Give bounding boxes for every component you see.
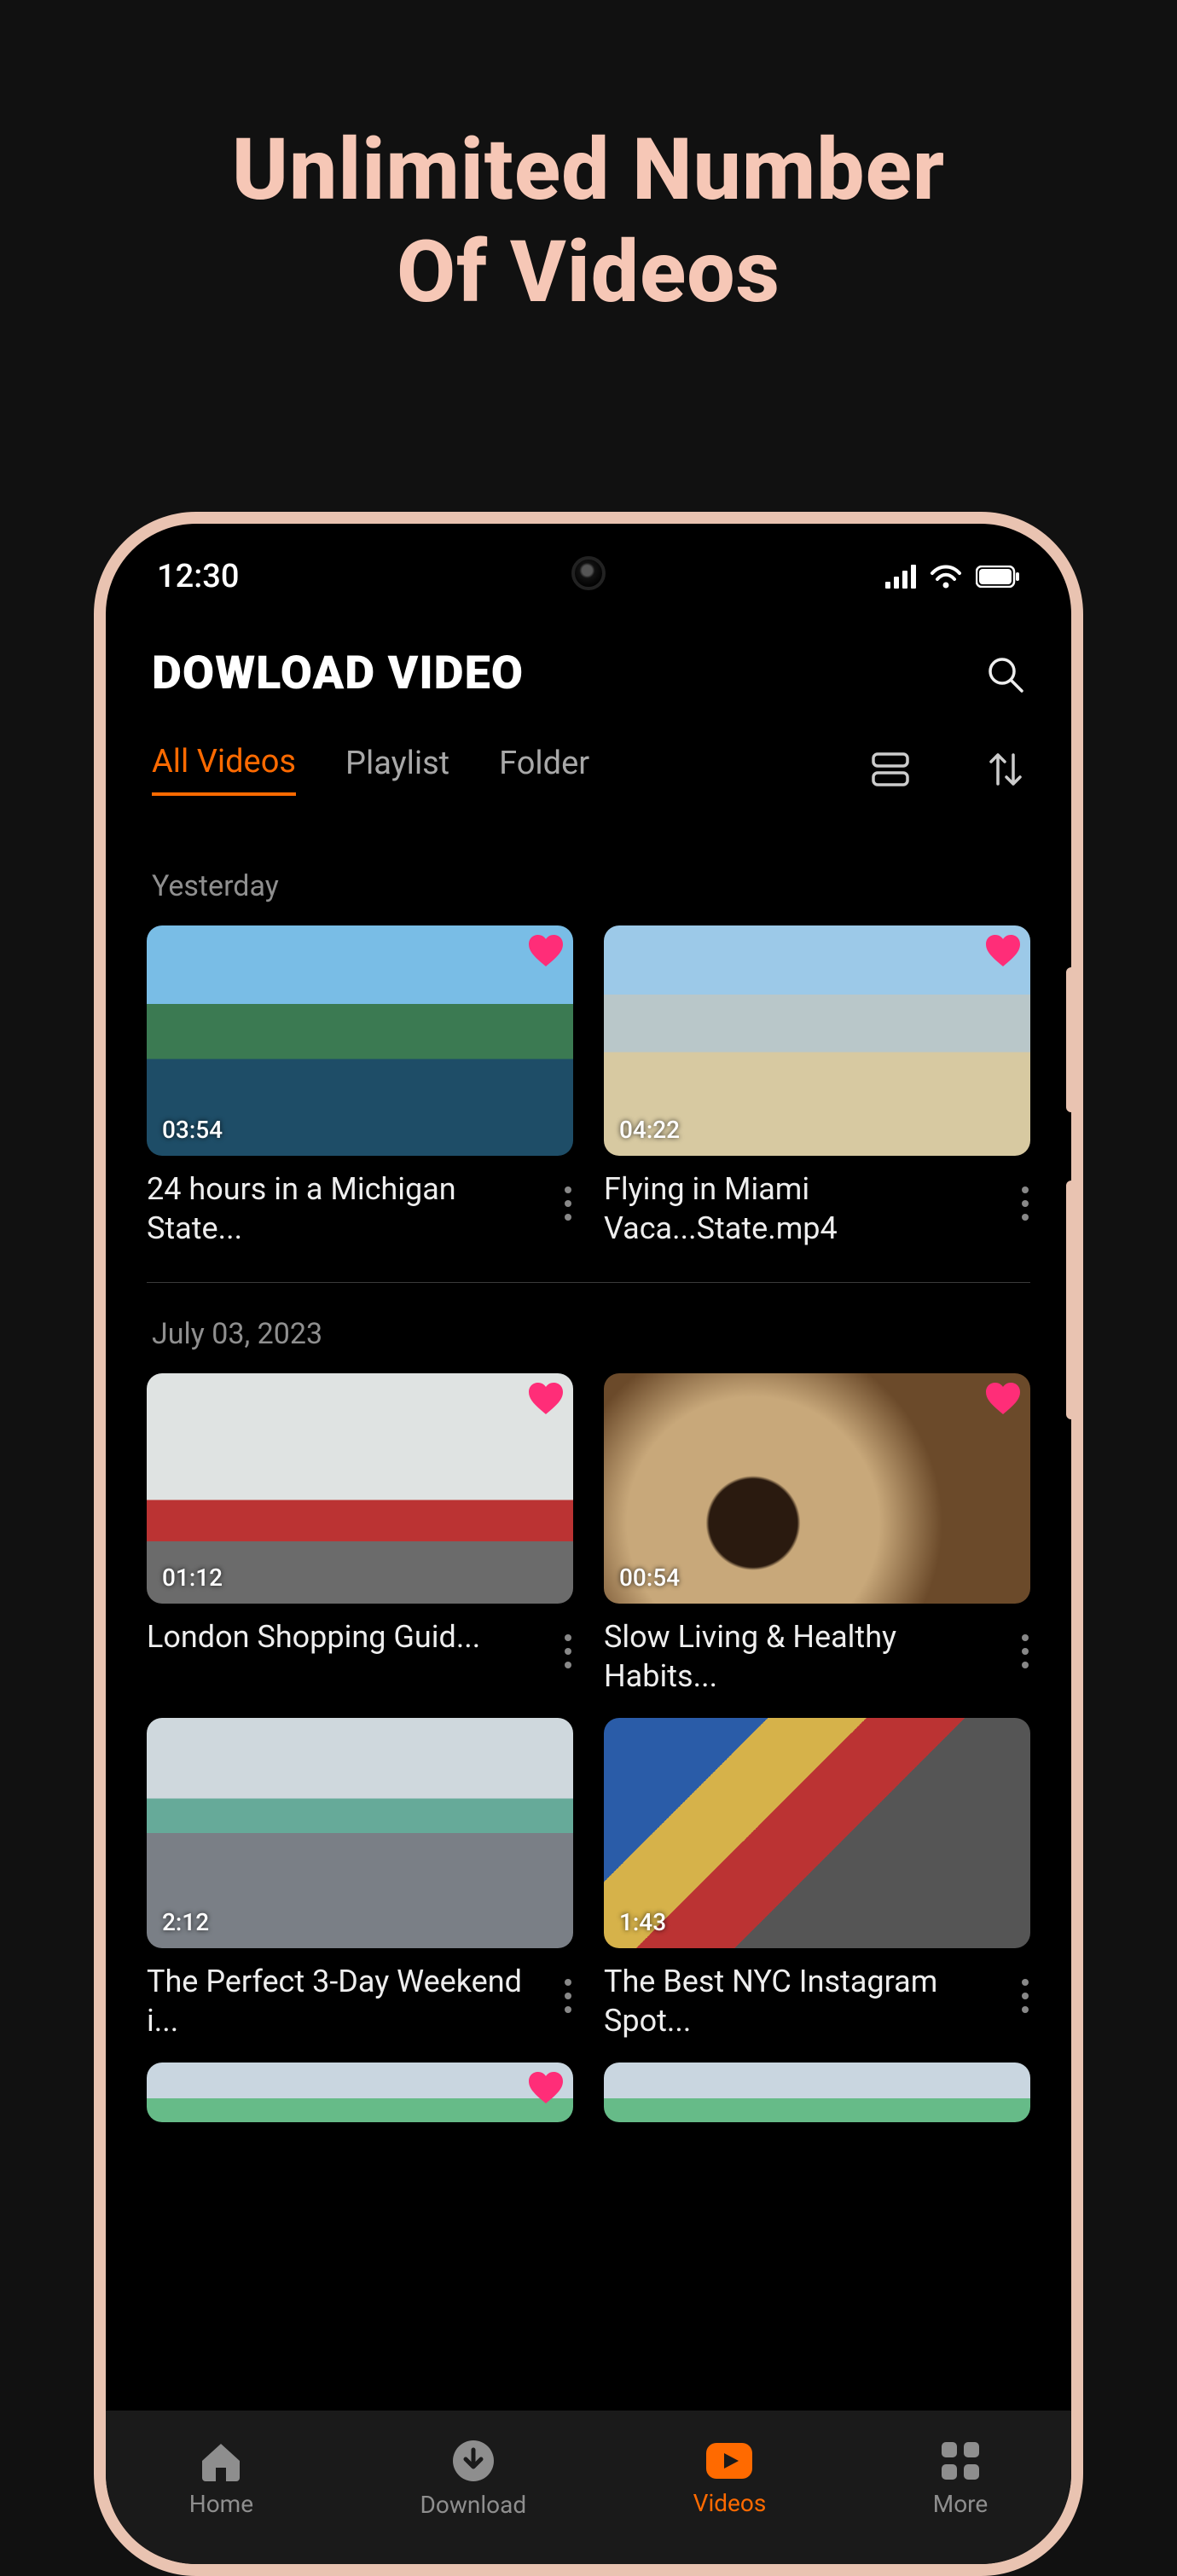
video-title: The Perfect 3-Day Weekend i... <box>147 1962 554 2040</box>
phone-camera <box>571 556 606 590</box>
video-thumbnail[interactable] <box>147 2063 573 2122</box>
heart-icon[interactable] <box>527 934 565 968</box>
video-thumbnail[interactable]: 00:54 <box>604 1373 1030 1604</box>
more-icon[interactable] <box>563 1169 573 1222</box>
phone-side-button <box>1066 967 1076 1112</box>
video-title: London Shopping Guid... <box>147 1617 554 1656</box>
video-thumbnail[interactable]: 01:12 <box>147 1373 573 1604</box>
section-date: July 03, 2023 <box>152 1317 1025 1351</box>
nav-videos[interactable]: Videos <box>693 2441 767 2517</box>
more-icon[interactable] <box>1020 1962 1030 2015</box>
video-card[interactable]: 01:12 London Shopping Guid... <box>147 1373 573 1696</box>
video-duration: 04:22 <box>619 1116 680 1144</box>
video-title: 24 hours in a Michigan State... <box>147 1169 554 1248</box>
more-icon[interactable] <box>563 1962 573 2015</box>
video-thumbnail[interactable]: 03:54 <box>147 925 573 1156</box>
headline-line1: Unlimited Number <box>232 120 945 220</box>
signal-icon <box>885 565 916 589</box>
nav-home[interactable]: Home <box>189 2440 253 2518</box>
video-thumbnail[interactable]: 04:22 <box>604 925 1030 1156</box>
phone-frame: 12:30 DOWLOAD VIDEO All Videos Playlist … <box>94 512 1083 2576</box>
layout-toggle-icon[interactable] <box>870 751 911 787</box>
more-icon[interactable] <box>1020 1169 1030 1222</box>
nav-label: Videos <box>693 2489 767 2517</box>
content-scroll[interactable]: Yesterday 03:54 24 hours in a Michigan S… <box>106 804 1071 2122</box>
page-title: DOWLOAD VIDEO <box>152 647 524 700</box>
sort-icon[interactable] <box>986 750 1025 789</box>
video-card[interactable]: 04:22 Flying in Miami Vaca...State.mp4 <box>604 925 1030 1248</box>
search-icon[interactable] <box>984 653 1025 694</box>
video-card[interactable]: 03:54 24 hours in a Michigan State... <box>147 925 573 1248</box>
promo-headline: Unlimited Number Of Videos <box>0 0 1177 358</box>
bottom-nav: Home Download Videos More <box>106 2411 1071 2564</box>
more-icon[interactable] <box>1020 1617 1030 1670</box>
section-date: Yesterday <box>152 869 1025 903</box>
download-icon <box>452 2440 495 2482</box>
battery-icon <box>976 566 1020 588</box>
more-icon[interactable] <box>563 1617 573 1670</box>
video-thumbnail[interactable] <box>604 2063 1030 2122</box>
video-duration: 01:12 <box>162 1564 223 1592</box>
video-card[interactable]: 00:54 Slow Living & Healthy Habits... <box>604 1373 1030 1696</box>
section-divider <box>147 1282 1030 1283</box>
phone-side-button <box>1066 1181 1076 1419</box>
nav-more[interactable]: More <box>933 2440 989 2518</box>
video-title: The Best NYC Instagram Spot... <box>604 1962 1012 2040</box>
tab-folder[interactable]: Folder <box>499 745 589 794</box>
nav-label: Download <box>420 2491 527 2519</box>
heart-icon[interactable] <box>984 934 1022 968</box>
heart-icon[interactable] <box>984 1382 1022 1416</box>
video-card[interactable] <box>604 2063 1030 2122</box>
tab-all-videos[interactable]: All Videos <box>152 743 296 796</box>
heart-icon[interactable] <box>527 2071 565 2105</box>
tab-playlist[interactable]: Playlist <box>345 745 449 794</box>
nav-label: More <box>933 2490 989 2518</box>
headline-line2: Of Videos <box>397 223 780 322</box>
video-duration: 00:54 <box>619 1564 680 1592</box>
videos-icon <box>704 2441 754 2480</box>
heart-icon[interactable] <box>527 1382 565 1416</box>
video-title: Flying in Miami Vaca...State.mp4 <box>604 1169 1012 1248</box>
video-thumbnail[interactable]: 2:12 <box>147 1718 573 1948</box>
video-card[interactable] <box>147 2063 573 2122</box>
video-duration: 2:12 <box>162 1908 209 1936</box>
wifi-icon <box>930 565 962 589</box>
tabs-row: All Videos Playlist Folder <box>106 717 1071 804</box>
nav-download[interactable]: Download <box>420 2440 527 2519</box>
video-duration: 1:43 <box>619 1908 666 1936</box>
video-card[interactable]: 2:12 The Perfect 3-Day Weekend i... <box>147 1718 573 2040</box>
video-thumbnail[interactable]: 1:43 <box>604 1718 1030 1948</box>
status-time: 12:30 <box>157 558 239 595</box>
video-title: Slow Living & Healthy Habits... <box>604 1617 1012 1696</box>
video-card[interactable]: 1:43 The Best NYC Instagram Spot... <box>604 1718 1030 2040</box>
nav-label: Home <box>189 2490 253 2518</box>
video-duration: 03:54 <box>162 1116 223 1144</box>
